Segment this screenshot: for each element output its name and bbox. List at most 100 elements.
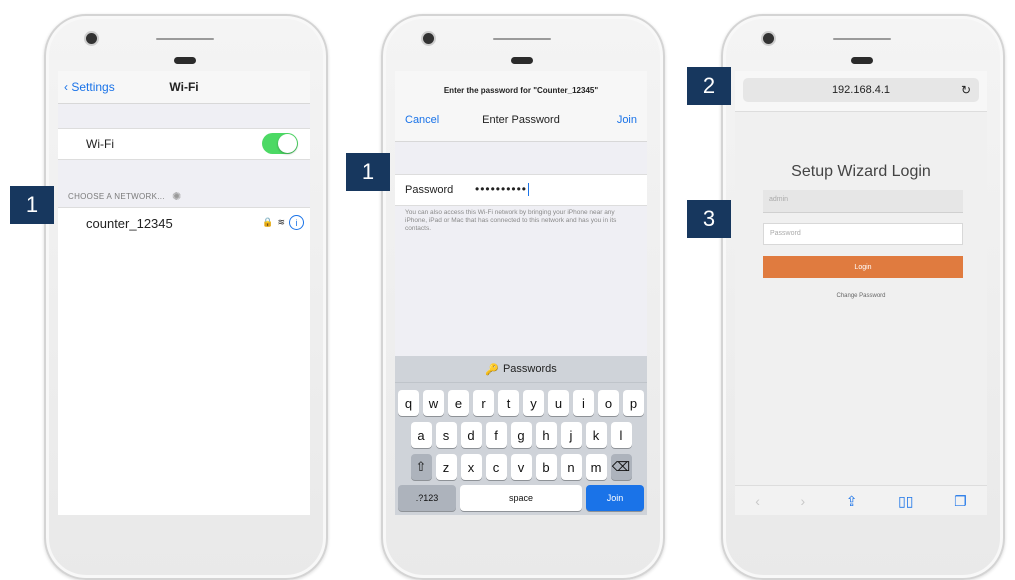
key-u[interactable]: u	[548, 390, 569, 416]
login-button[interactable]: Login	[763, 256, 963, 278]
text-caret	[528, 183, 530, 197]
password-placeholder: Password	[770, 230, 801, 237]
key-h[interactable]: h	[535, 422, 557, 448]
key-s[interactable]: s	[435, 422, 457, 448]
blank-area	[58, 237, 310, 515]
phone-enter-password: Enter the password for "Counter_12345" C…	[381, 14, 665, 580]
key-x[interactable]: x	[460, 454, 482, 480]
sensor-line	[833, 38, 891, 40]
forward-icon[interactable]: ›	[801, 493, 806, 509]
back-icon[interactable]: ‹	[755, 493, 760, 509]
step-badge-1-left: 1	[10, 186, 54, 224]
speaker	[851, 57, 873, 64]
toggle-knob	[278, 134, 297, 153]
sensor-line	[493, 38, 551, 40]
key-p[interactable]: p	[623, 390, 644, 416]
loading-spinner-icon: ✺	[172, 191, 182, 203]
screen: Enter the password for "Counter_12345" C…	[395, 71, 647, 515]
reload-icon[interactable]: ↻	[961, 83, 971, 97]
key-f[interactable]: f	[485, 422, 507, 448]
key-t[interactable]: t	[498, 390, 519, 416]
key-c[interactable]: c	[485, 454, 507, 480]
camera	[86, 33, 97, 44]
password-value[interactable]: ••••••••••	[475, 182, 530, 197]
join-button[interactable]: Join	[617, 114, 637, 126]
change-password-link[interactable]: Change Password	[735, 293, 987, 299]
page-title: Wi-Fi	[169, 80, 199, 94]
key-b[interactable]: b	[535, 454, 557, 480]
delete-key[interactable]: ⌫	[610, 454, 632, 480]
phone-setup-wizard: 192.168.4.1 ↻ Setup Wizard Login admin P…	[721, 14, 1005, 580]
speaker	[174, 57, 196, 64]
key-n[interactable]: n	[560, 454, 582, 480]
numbers-key[interactable]: .?123	[398, 485, 456, 511]
username-field[interactable]: admin	[763, 190, 963, 213]
wifi-label: Wi-Fi	[86, 137, 114, 151]
info-icon[interactable]: i	[289, 215, 304, 230]
browser-toolbar: ‹ › ⇪ ▯▯ ❐	[735, 485, 987, 515]
network-icons: 🔒 ≋ i	[262, 215, 304, 230]
key-a[interactable]: a	[410, 422, 432, 448]
password-dots: ••••••••••	[475, 182, 528, 196]
password-input[interactable]: Password	[763, 223, 963, 245]
key-l[interactable]: l	[610, 422, 632, 448]
key-m[interactable]: m	[585, 454, 607, 480]
nav-bar: ‹ Settings Wi-Fi	[58, 71, 310, 104]
speaker	[511, 57, 533, 64]
key-row-2: asdfghjkl	[395, 422, 647, 448]
camera	[763, 33, 774, 44]
key-w[interactable]: w	[423, 390, 444, 416]
wifi-signal-icon: ≋	[277, 217, 285, 227]
camera	[423, 33, 434, 44]
key-r[interactable]: r	[473, 390, 494, 416]
password-field[interactable]: Password ••••••••••	[395, 174, 647, 206]
bookmarks-icon[interactable]: ▯▯	[898, 493, 913, 510]
screen: 192.168.4.1 ↻ Setup Wizard Login admin P…	[735, 71, 987, 515]
key-row-1: qwertyuiop	[395, 390, 647, 416]
phone-wifi-settings: ‹ Settings Wi-Fi Wi-Fi CHOOSE A NETWORK.…	[44, 14, 328, 580]
network-name: counter_12345	[86, 216, 173, 231]
username-value: admin	[769, 196, 789, 203]
step-badge-2: 2	[687, 67, 731, 105]
passwords-label: Passwords	[502, 363, 557, 375]
key-o[interactable]: o	[598, 390, 619, 416]
keyboard-suggestion-bar[interactable]: 🔑 Passwords	[395, 356, 647, 383]
key-j[interactable]: j	[560, 422, 582, 448]
lock-icon: 🔒	[262, 217, 274, 227]
tabs-icon[interactable]: ❐	[954, 493, 967, 510]
key-g[interactable]: g	[510, 422, 532, 448]
password-label: Password	[405, 184, 454, 196]
key-e[interactable]: e	[448, 390, 469, 416]
step-badge-3: 3	[687, 200, 731, 238]
key-v[interactable]: v	[510, 454, 532, 480]
password-header: Enter the password for "Counter_12345" C…	[395, 71, 647, 142]
space-key[interactable]: space	[460, 485, 582, 511]
keyboard: 🔑 Passwords qwertyuiop asdfghjkl ⇧ zxcvb…	[395, 356, 647, 515]
password-prompt: Enter the password for "Counter_12345"	[443, 86, 599, 95]
share-icon[interactable]: ⇪	[846, 493, 858, 510]
dialog-title: Enter Password	[482, 114, 560, 126]
key-y[interactable]: y	[523, 390, 544, 416]
step-badge-1-middle: 1	[346, 153, 390, 191]
wifi-toggle-row: Wi-Fi	[58, 128, 310, 160]
sensor-line	[156, 38, 214, 40]
key-k[interactable]: k	[585, 422, 607, 448]
help-text: You can also access this Wi-Fi network b…	[405, 209, 617, 232]
key-q[interactable]: q	[398, 390, 419, 416]
section-header: CHOOSE A NETWORK...	[68, 192, 165, 201]
login-title: Setup Wizard Login	[791, 163, 931, 180]
shift-key[interactable]: ⇧	[410, 454, 432, 480]
keyboard-join-key[interactable]: Join	[586, 485, 644, 511]
key-icon: 🔑	[485, 363, 499, 376]
url-text: 192.168.4.1	[831, 84, 891, 96]
url-field[interactable]: 192.168.4.1 ↻	[743, 78, 979, 102]
screen: ‹ Settings Wi-Fi Wi-Fi CHOOSE A NETWORK.…	[58, 71, 310, 515]
key-d[interactable]: d	[460, 422, 482, 448]
key-z[interactable]: z	[435, 454, 457, 480]
browser-url-bar: 192.168.4.1 ↻	[735, 71, 987, 112]
key-row-4: .?123 space Join	[395, 485, 647, 511]
network-row[interactable]: counter_12345 🔒 ≋ i	[58, 207, 310, 239]
wifi-toggle[interactable]	[262, 133, 298, 154]
key-row-3: ⇧ zxcvbnm ⌫	[395, 454, 647, 480]
key-i[interactable]: i	[573, 390, 594, 416]
